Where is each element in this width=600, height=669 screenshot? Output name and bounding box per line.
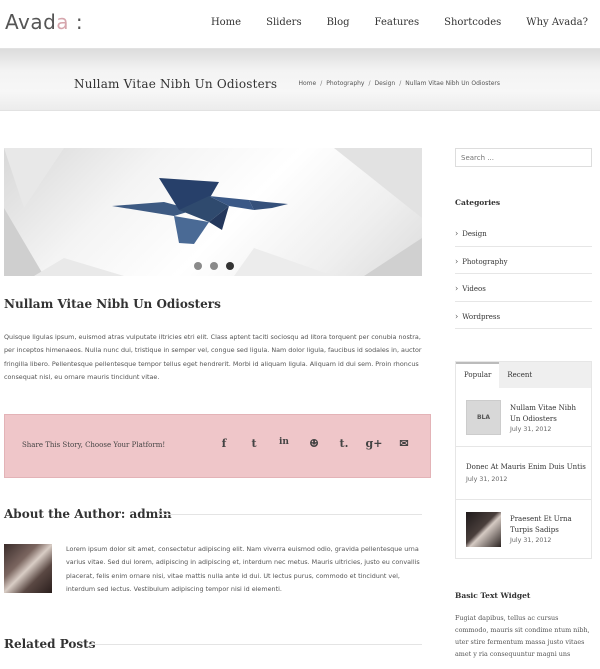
breadcrumb-separator: / xyxy=(320,80,323,87)
category-item[interactable]: › Photography xyxy=(455,247,592,274)
post-thumbnail xyxy=(466,512,501,547)
breadcrumb-photography[interactable]: Photography xyxy=(326,80,364,87)
facebook-icon[interactable]: f xyxy=(209,437,239,450)
tab-post-date: July 31, 2012 xyxy=(510,426,552,433)
tab-post-item[interactable]: Praesent Et Urna Turpis Sadips July 31, … xyxy=(456,500,591,558)
posts-tabs-widget: Popular Recent BLA Nullam Vitae Nibh Un … xyxy=(455,361,592,559)
category-label: Wordpress xyxy=(462,312,501,321)
categories-list: › Design › Photography › Videos › Wordpress xyxy=(455,219,592,329)
about-author-heading: About the Author: admin xyxy=(4,507,172,521)
post-excerpt: Quisque ligulas ipsum, euismod atras vul… xyxy=(4,333,422,381)
thumbnail-text: BLA xyxy=(476,414,491,421)
logo-main: Avad xyxy=(5,10,57,34)
category-item[interactable]: › Design xyxy=(455,219,592,247)
tumblr-icon[interactable]: t. xyxy=(329,437,359,450)
breadcrumb-current: Nullam Vitae Nibh Un Odiosters xyxy=(405,80,500,87)
site-header: Avada : Home Sliders Blog Features Short… xyxy=(0,0,600,48)
main-nav: Home Sliders Blog Features Shortcodes Wh… xyxy=(186,17,588,28)
author-bio: Lorem ipsum dolor sit amet, consectetur … xyxy=(66,545,420,593)
post-title: Nullam Vitae Nibh Un Odiosters xyxy=(4,297,221,311)
author-avatar xyxy=(4,544,52,593)
tab-post-title[interactable]: Praesent Et Urna Turpis Sadips xyxy=(510,514,585,536)
divider xyxy=(158,514,422,515)
nav-home[interactable]: Home xyxy=(211,17,241,28)
featured-image-slider[interactable] xyxy=(4,148,422,276)
page-title-bar: Nullam Vitae Nibh Un Odiosters Home / Phot… xyxy=(0,48,600,111)
nav-features[interactable]: Features xyxy=(375,17,420,28)
slider-pagination xyxy=(194,262,234,270)
tab-popular[interactable]: Popular xyxy=(456,362,500,388)
slider-dot-1[interactable] xyxy=(194,262,202,270)
chevron-right-icon: › xyxy=(455,284,459,293)
page-title: Nullam Vitae Nibh Un Odiosters xyxy=(74,77,278,91)
chevron-right-icon: › xyxy=(455,311,459,321)
share-icons: f t in ☻ t. g+ ✉ xyxy=(209,437,419,450)
tab-post-item[interactable]: BLA Nullam Vitae Nibh Un Odiosters July … xyxy=(456,388,591,447)
nav-why-avada[interactable]: Why Avada? xyxy=(526,17,588,28)
category-label: Photography xyxy=(462,257,508,266)
widget-text: Fugiat dapibus, tellus ac cursus commodo… xyxy=(455,614,590,658)
breadcrumb-separator: / xyxy=(368,80,371,87)
linkedin-icon[interactable]: in xyxy=(269,437,299,450)
tab-post-date: July 31, 2012 xyxy=(466,476,508,483)
breadcrumb-design[interactable]: Design xyxy=(375,80,396,87)
reddit-icon[interactable]: ☻ xyxy=(299,437,329,450)
widget-heading: Basic Text Widget xyxy=(455,591,531,600)
share-box: Share This Story, Choose Your Platform! … xyxy=(4,414,431,478)
google-plus-icon[interactable]: g+ xyxy=(359,437,389,450)
categories-heading: Categories xyxy=(455,198,501,207)
slider-dot-3[interactable] xyxy=(226,262,234,270)
tab-bar: Popular Recent xyxy=(456,362,591,388)
nav-sliders[interactable]: Sliders xyxy=(266,17,301,28)
logo-accent: a xyxy=(56,10,70,34)
logo-suffix: : xyxy=(69,10,84,34)
category-item[interactable]: › Videos xyxy=(455,274,592,302)
category-label: Design xyxy=(462,230,487,238)
twitter-icon[interactable]: t xyxy=(239,437,269,450)
origami-bird-icon xyxy=(112,178,288,244)
breadcrumb-separator: / xyxy=(399,80,402,87)
tab-recent[interactable]: Recent xyxy=(499,362,540,388)
tab-post-title[interactable]: Donec At Mauris Enim Duis Untis xyxy=(466,462,588,473)
category-item[interactable]: › Wordpress xyxy=(455,302,592,329)
chevron-right-icon: › xyxy=(455,229,459,238)
chevron-right-icon: › xyxy=(455,256,459,266)
nav-shortcodes[interactable]: Shortcodes xyxy=(444,17,501,28)
post-thumbnail: BLA xyxy=(466,400,501,435)
share-label: Share This Story, Choose Your Platform! xyxy=(22,441,166,449)
tab-post-title[interactable]: Nullam Vitae Nibh Un Odiosters xyxy=(510,403,585,425)
category-label: Videos xyxy=(462,285,486,293)
tab-post-date: July 31, 2012 xyxy=(510,537,552,544)
slider-image xyxy=(4,148,422,276)
breadcrumb-home[interactable]: Home xyxy=(299,80,317,87)
search-input[interactable] xyxy=(455,148,592,167)
site-logo[interactable]: Avada : xyxy=(5,10,83,34)
nav-blog[interactable]: Blog xyxy=(327,17,350,28)
related-posts-heading: Related Posts xyxy=(4,637,96,651)
email-icon[interactable]: ✉ xyxy=(389,437,419,450)
tab-post-item[interactable]: Donec At Mauris Enim Duis Untis July 31,… xyxy=(456,447,591,500)
slider-dot-2[interactable] xyxy=(210,262,218,270)
divider xyxy=(89,644,422,645)
breadcrumb: Home / Photography / Design / Nullam Vitae Nib… xyxy=(299,80,501,87)
